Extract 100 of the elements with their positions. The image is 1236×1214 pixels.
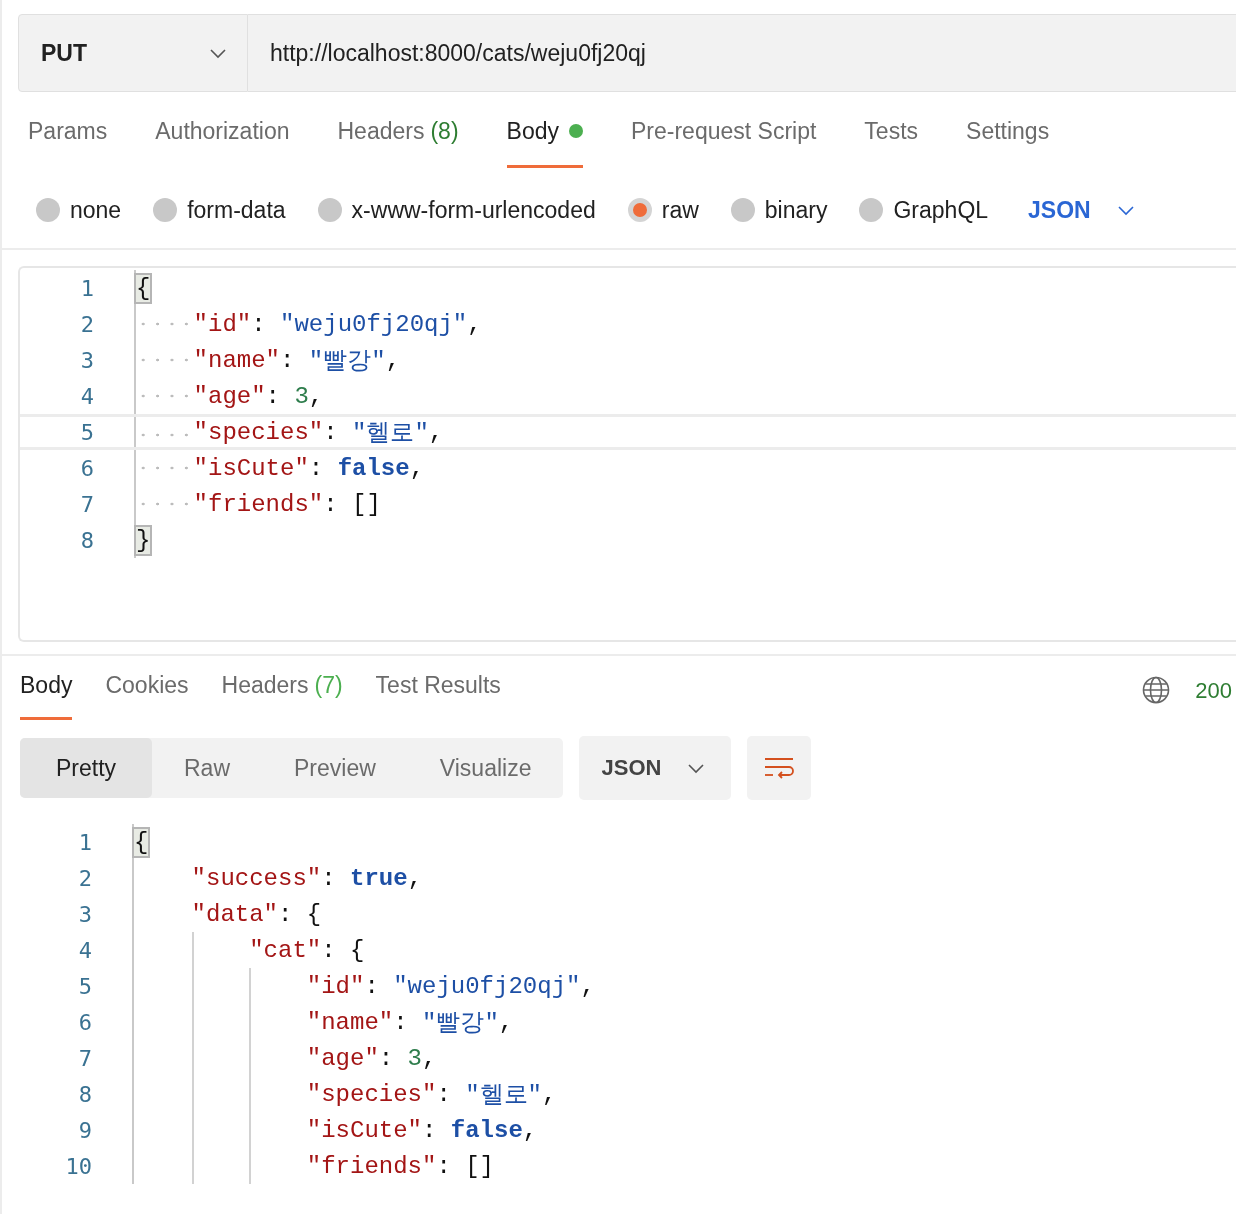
- json-key: "species": [306, 1080, 437, 1108]
- chevron-down-icon: [209, 47, 227, 59]
- request-tab[interactable]: Settings: [966, 114, 1050, 168]
- json-key: "name": [306, 1008, 394, 1036]
- json-punctuation: :: [436, 1080, 452, 1108]
- json-key: "isCute": [193, 454, 309, 482]
- response-tab[interactable]: Headers (7): [221, 672, 343, 720]
- json-key: "cat": [249, 936, 322, 964]
- json-punctuation: :: [323, 418, 339, 446]
- format-dropdown[interactable]: JSON: [1028, 196, 1135, 224]
- line-number: 4: [77, 937, 92, 963]
- line-number: 7: [77, 1045, 92, 1071]
- json-punctuation: ,: [422, 1044, 437, 1072]
- line-number: 9: [77, 1117, 92, 1143]
- json-key: "id": [193, 310, 252, 338]
- json-key: "friends": [306, 1152, 437, 1180]
- json-number: 3: [407, 1044, 422, 1072]
- matched-brace: {: [136, 274, 151, 302]
- json-boolean: false: [337, 454, 410, 482]
- json-key: "isCute": [306, 1116, 422, 1144]
- response-tab[interactable]: Cookies: [105, 672, 189, 720]
- json-string: "weju0fj20qj": [280, 310, 468, 338]
- json-punctuation: :: [323, 490, 339, 518]
- globe-icon[interactable]: [1141, 675, 1172, 705]
- json-key: "id": [306, 972, 365, 1000]
- body-type-radio[interactable]: form-data: [153, 196, 286, 224]
- wrap-lines-button[interactable]: [747, 736, 812, 800]
- json-punctuation: :: [364, 972, 380, 1000]
- json-punctuation: :: [280, 346, 296, 374]
- status-code: 200: [1195, 678, 1232, 704]
- json-punctuation: :: [436, 1152, 452, 1180]
- json-punctuation: ,: [467, 310, 482, 338]
- json-key: "data": [191, 900, 278, 928]
- json-punctuation: : {: [278, 900, 322, 928]
- json-punctuation: ,: [308, 382, 324, 410]
- json-key: "age": [193, 382, 266, 410]
- json-string: "weju0fj20qj": [393, 972, 581, 1000]
- line-number: 8: [79, 527, 94, 553]
- view-mode-tab[interactable]: Pretty: [20, 738, 152, 798]
- request-tab[interactable]: Body: [506, 114, 583, 168]
- chevron-down-icon: [687, 762, 706, 774]
- line-number: 5: [77, 973, 92, 999]
- json-punctuation: ,: [498, 1008, 514, 1036]
- json-punctuation: :: [422, 1116, 438, 1144]
- request-tab[interactable]: Params: [28, 114, 108, 168]
- json-key: "success": [191, 864, 322, 892]
- body-type-radio[interactable]: GraphQL: [859, 196, 989, 224]
- json-key: "species": [193, 418, 324, 446]
- json-key: "friends": [193, 490, 324, 518]
- response-tab[interactable]: Test Results: [375, 672, 501, 720]
- request-tab[interactable]: Headers (8): [337, 114, 459, 168]
- body-type-radio[interactable]: binary: [730, 196, 828, 224]
- line-number: 2: [79, 311, 94, 337]
- format-dropdown[interactable]: JSON: [579, 736, 732, 800]
- body-type-radio[interactable]: raw: [627, 196, 699, 224]
- body-type-radio[interactable]: none: [36, 196, 122, 224]
- json-punctuation: :: [393, 1008, 409, 1036]
- request-tab[interactable]: Authorization: [155, 114, 290, 168]
- json-punctuation: : {: [321, 936, 365, 964]
- json-key: "name": [193, 346, 280, 374]
- json-boolean: true: [350, 864, 408, 892]
- line-number: 5: [79, 419, 94, 445]
- json-string: "빨강": [308, 347, 386, 376]
- json-punctuation: ,: [522, 1116, 538, 1144]
- line-number: 6: [79, 455, 94, 481]
- matched-brace: }: [136, 526, 151, 554]
- json-punctuation: []: [465, 1152, 495, 1180]
- line-number: 8: [77, 1081, 92, 1107]
- view-mode-tab[interactable]: Visualize: [407, 738, 564, 798]
- line-number: 10: [64, 1153, 92, 1179]
- body-type-radio[interactable]: x-www-form-urlencoded: [317, 196, 596, 224]
- json-punctuation: :: [251, 310, 267, 338]
- matched-brace: {: [134, 828, 149, 856]
- json-key: "age": [306, 1044, 379, 1072]
- json-punctuation: :: [321, 864, 337, 892]
- json-punctuation: ,: [385, 346, 401, 374]
- request-tab[interactable]: Pre-request Script: [631, 114, 817, 168]
- method-dropdown[interactable]: PUT: [18, 14, 248, 92]
- chevron-down-icon: [1116, 204, 1135, 216]
- json-punctuation: ,: [407, 864, 423, 892]
- request-tab[interactable]: Tests: [864, 114, 919, 168]
- json-punctuation: ,: [580, 972, 595, 1000]
- response-tab[interactable]: Body: [20, 672, 73, 720]
- json-punctuation: :: [265, 382, 281, 410]
- line-number: 3: [79, 347, 94, 373]
- json-punctuation: ,: [542, 1080, 557, 1108]
- json-boolean: false: [450, 1116, 523, 1144]
- line-number: 1: [79, 275, 94, 301]
- line-number: 4: [79, 383, 94, 409]
- json-string: "빨강": [422, 1009, 499, 1038]
- url-field[interactable]: http://localhost:8000/cats/weju0fj20qj: [248, 14, 1236, 92]
- json-punctuation: :: [378, 1044, 395, 1072]
- request-body-editor[interactable]: 1 { 2 "id": "weju0fj20qj", 3 "name": "빨강", 4 "age": 3, 5 "species": "헬로", 6 "isCute": false, 7 "friends": [] 8 }: [18, 266, 1236, 642]
- view-mode-tab[interactable]: Raw: [152, 738, 262, 798]
- json-punctuation: ,: [428, 418, 444, 446]
- line-number: 1: [77, 829, 92, 855]
- json-string: "헬로": [465, 1081, 543, 1110]
- line-number: 6: [77, 1009, 92, 1035]
- json-string: "헬로": [352, 419, 429, 448]
- view-mode-tab[interactable]: Preview: [262, 738, 408, 798]
